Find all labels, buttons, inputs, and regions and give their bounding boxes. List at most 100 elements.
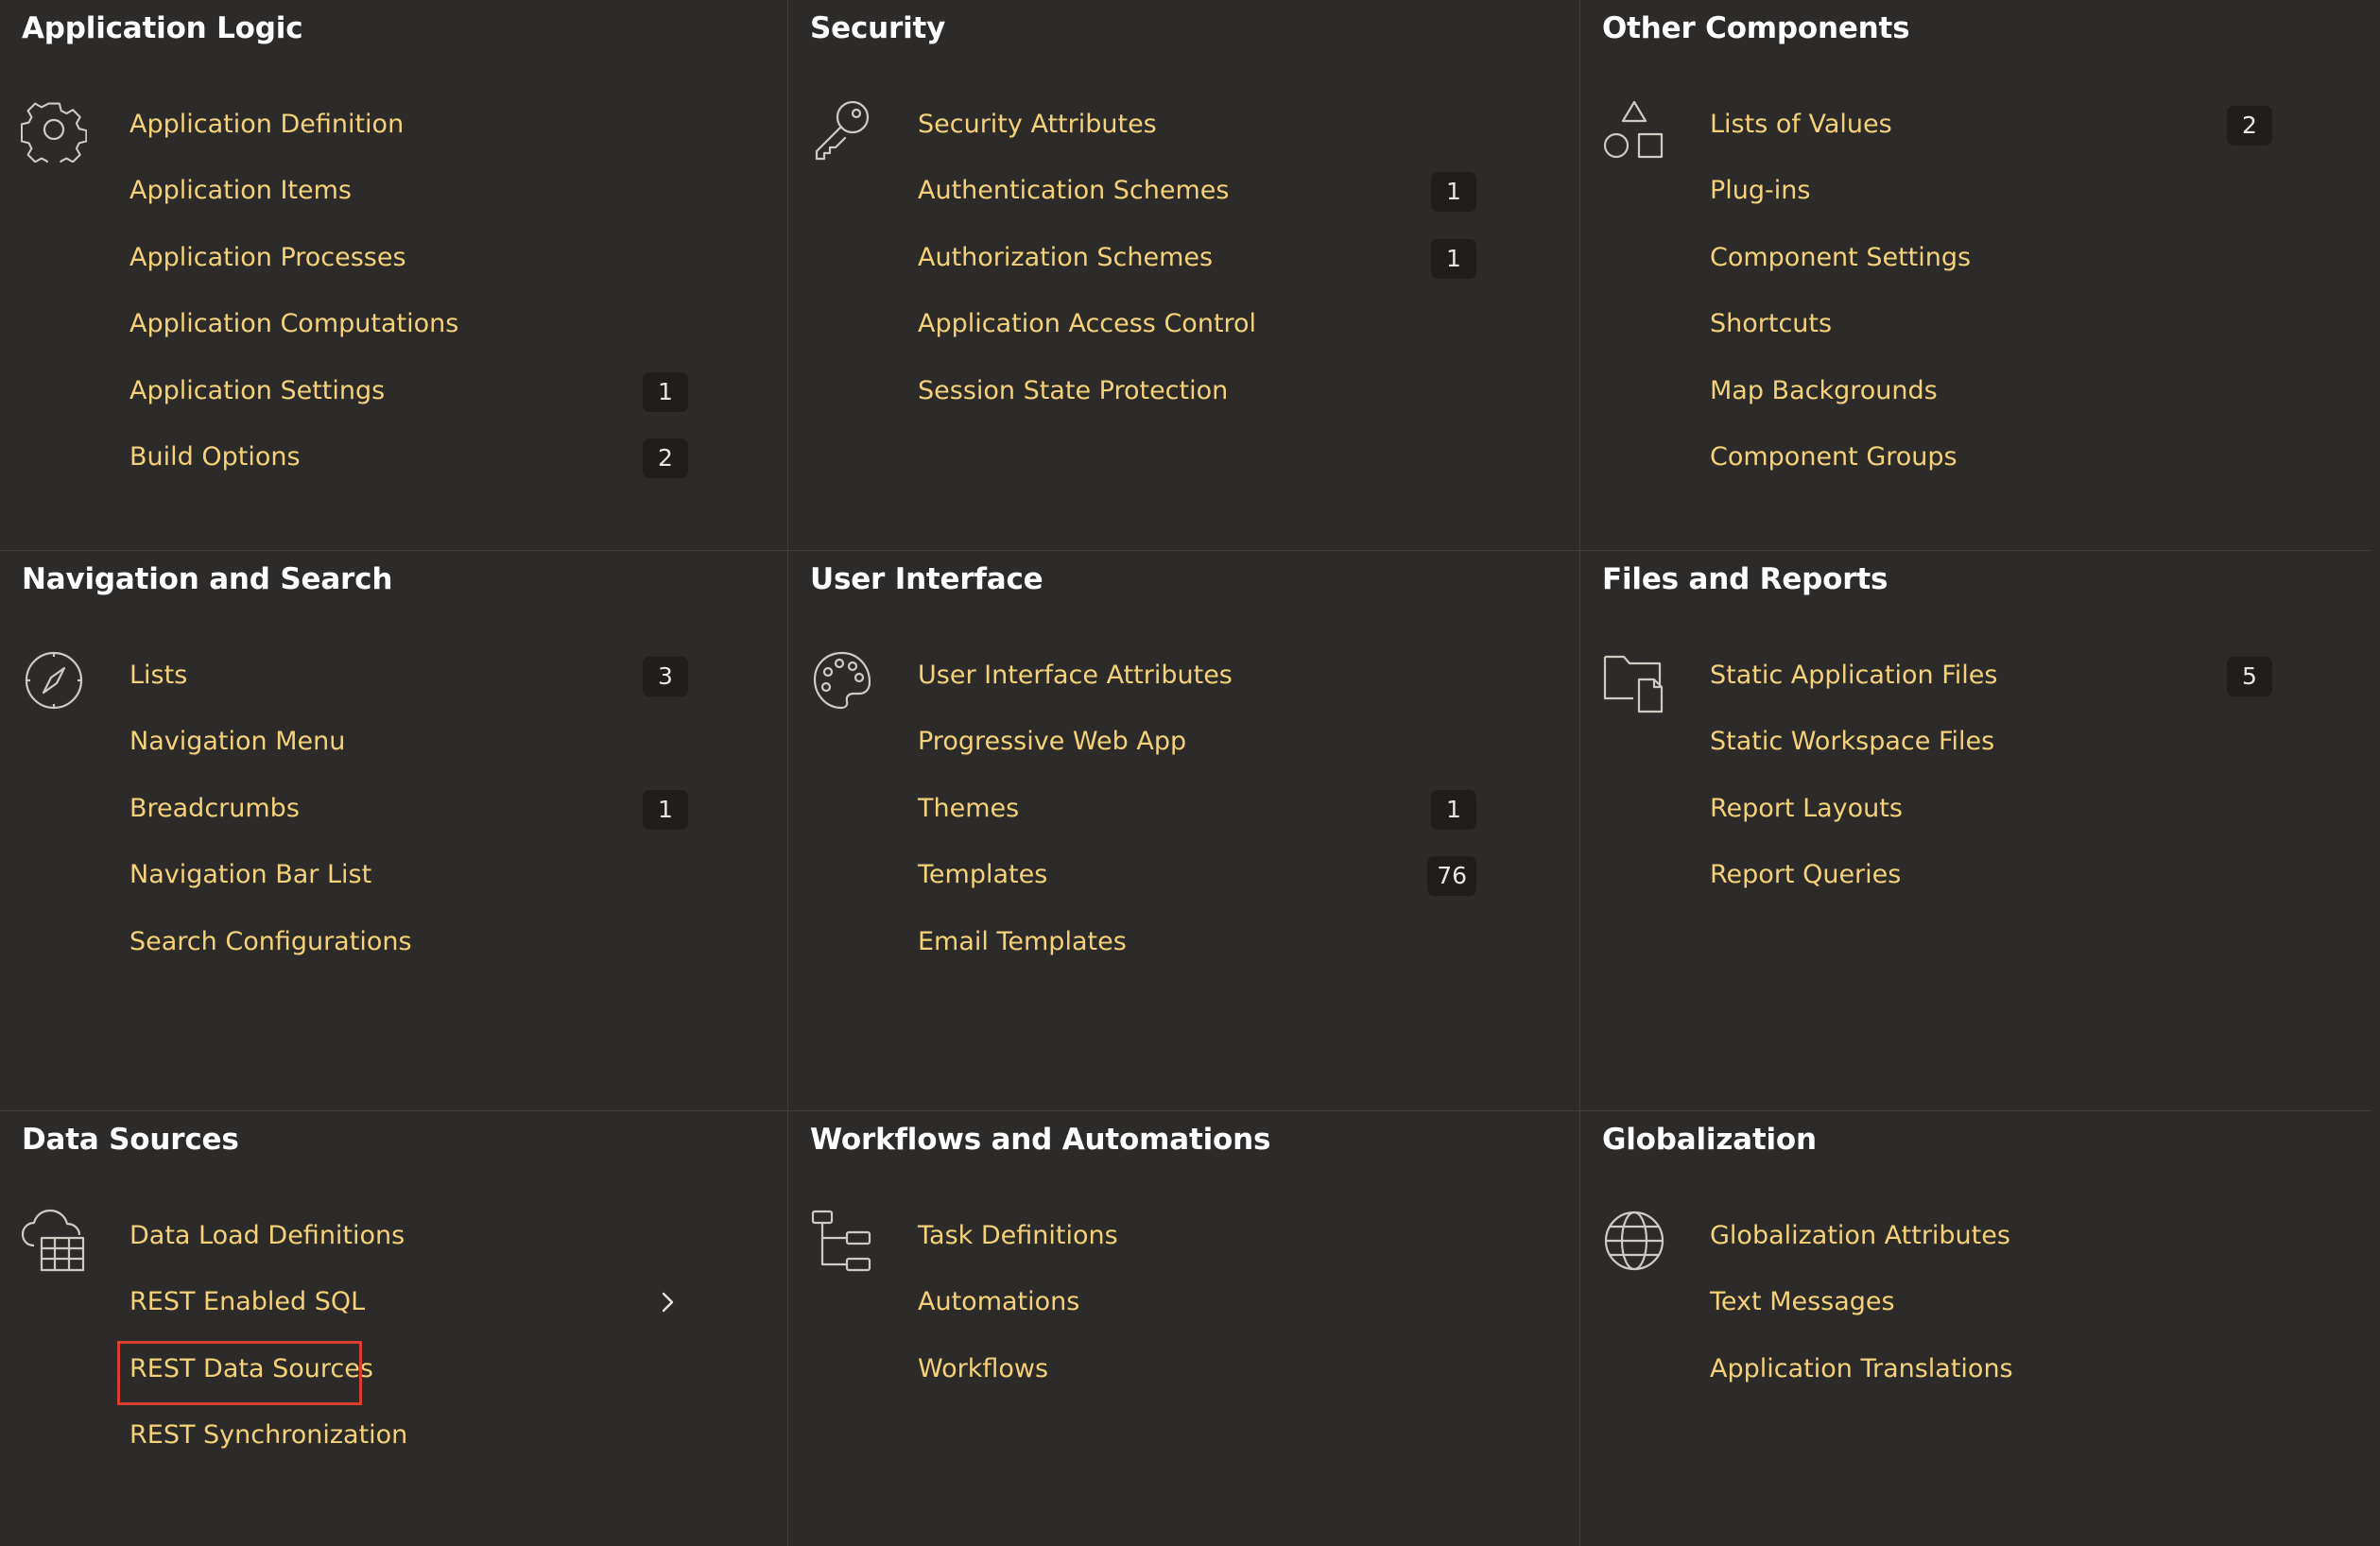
list-item-application-access-control: Application Access Control (918, 305, 1579, 371)
compass-icon (21, 647, 87, 713)
link-templates[interactable]: Templates (918, 856, 1047, 894)
panel-user-interface: User Interface User Interface Attributes… (788, 551, 1579, 1110)
link-authentication-schemes[interactable]: Authentication Schemes (918, 172, 1229, 210)
link-list: Globalization Attributes Text Messages App… (1710, 1217, 2371, 1417)
count-badge: 1 (643, 789, 688, 830)
link-report-queries[interactable]: Report Queries (1710, 856, 1901, 894)
list-item-navigation-bar-list: Navigation Bar List (129, 856, 787, 922)
panel-globalization: Globalization Globalization Attributes Te… (1580, 1111, 2371, 1546)
list-item-navigation-menu: Navigation Menu (129, 723, 787, 789)
link-automations[interactable]: Automations (918, 1283, 1079, 1321)
link-rest-enabled-sql[interactable]: REST Enabled SQL (129, 1283, 365, 1321)
list-item-progressive-web-app: Progressive Web App (918, 723, 1579, 789)
panel-files-and-reports: Files and Reports Static Application Fil… (1580, 551, 2371, 1110)
list-item-application-items: Application Items (129, 172, 787, 238)
count-badge: 1 (1431, 789, 1476, 830)
panel-title: User Interface (810, 562, 1043, 596)
link-workflows[interactable]: Workflows (918, 1350, 1048, 1388)
link-map-backgrounds[interactable]: Map Backgrounds (1710, 372, 1938, 410)
panel-other-components: Other Components Lists of Values 2 Plug-in… (1580, 0, 2371, 550)
link-application-translations[interactable]: Application Translations (1710, 1350, 2013, 1388)
link-application-access-control[interactable]: Application Access Control (918, 305, 1256, 343)
link-application-items[interactable]: Application Items (129, 172, 352, 210)
link-session-state-protection[interactable]: Session State Protection (918, 372, 1228, 410)
link-security-attributes[interactable]: Security Attributes (918, 106, 1157, 144)
list-item-breadcrumbs: Breadcrumbs 1 (129, 789, 787, 856)
link-list: Application Definition Application Items A… (129, 106, 787, 505)
list-item-user-interface-attributes: User Interface Attributes (918, 657, 1579, 723)
link-themes[interactable]: Themes (918, 790, 1019, 828)
link-component-settings[interactable]: Component Settings (1710, 239, 1971, 277)
panel-title: Files and Reports (1602, 562, 1888, 596)
link-static-application-files[interactable]: Static Application Files (1710, 657, 1997, 695)
link-text-messages[interactable]: Text Messages (1710, 1283, 1895, 1321)
link-build-options[interactable]: Build Options (129, 438, 301, 476)
link-search-configurations[interactable]: Search Configurations (129, 923, 412, 961)
list-item-email-templates: Email Templates (918, 923, 1579, 989)
panel-title: Security (810, 11, 946, 45)
workflow-tree-icon (809, 1208, 875, 1274)
list-item-shortcuts: Shortcuts (1710, 305, 2371, 371)
link-list: Data Load Definitions REST Enabled SQL RE… (117, 1217, 787, 1484)
list-item-static-workspace-files: Static Workspace Files (1710, 723, 2371, 789)
count-badge: 76 (1427, 856, 1476, 897)
key-icon (809, 96, 875, 163)
link-breadcrumbs[interactable]: Breadcrumbs (129, 790, 300, 828)
link-user-interface-attributes[interactable]: User Interface Attributes (918, 657, 1233, 695)
panel-title: Other Components (1602, 11, 1910, 45)
list-item-themes: Themes 1 (918, 789, 1579, 856)
panel-title: Data Sources (22, 1123, 239, 1157)
list-item-lists-of-values: Lists of Values 2 (1710, 106, 2371, 172)
list-item-security-attributes: Security Attributes (918, 106, 1579, 172)
link-plug-ins[interactable]: Plug-ins (1710, 172, 1810, 210)
folder-file-icon (1601, 647, 1667, 713)
link-navigation-bar-list[interactable]: Navigation Bar List (129, 856, 371, 894)
list-item-static-application-files: Static Application Files 5 (1710, 657, 2371, 723)
list-item-map-backgrounds: Map Backgrounds (1710, 372, 2371, 438)
link-navigation-menu[interactable]: Navigation Menu (129, 723, 345, 761)
link-shortcuts[interactable]: Shortcuts (1710, 305, 1832, 343)
link-rest-data-sources[interactable]: REST Data Sources (129, 1350, 373, 1388)
link-progressive-web-app[interactable]: Progressive Web App (918, 723, 1186, 761)
link-application-processes[interactable]: Application Processes (129, 239, 406, 277)
chevron-right-icon[interactable] (654, 1289, 681, 1315)
count-badge: 1 (643, 371, 688, 412)
link-lists-of-values[interactable]: Lists of Values (1710, 106, 1892, 144)
globe-icon (1601, 1208, 1667, 1274)
link-task-definitions[interactable]: Task Definitions (918, 1217, 1118, 1255)
panel-workflows-and-automations: Workflows and Automations Task Definitio… (788, 1111, 1579, 1546)
list-item-rest-data-sources: REST Data Sources (117, 1340, 787, 1417)
count-badge: 1 (1431, 172, 1476, 213)
link-static-workspace-files[interactable]: Static Workspace Files (1710, 723, 1994, 761)
panel-navigation-and-search: Navigation and Search Lists 3 Navigation M… (0, 551, 787, 1110)
link-component-groups[interactable]: Component Groups (1710, 438, 1957, 476)
link-application-computations[interactable]: Application Computations (129, 305, 458, 343)
panel-title: Application Logic (22, 11, 303, 45)
link-report-layouts[interactable]: Report Layouts (1710, 790, 1903, 828)
list-item-authentication-schemes: Authentication Schemes 1 (918, 172, 1579, 238)
link-authorization-schemes[interactable]: Authorization Schemes (918, 239, 1213, 277)
list-item-data-load-definitions: Data Load Definitions (129, 1217, 787, 1283)
count-badge: 2 (643, 438, 688, 478)
shapes-icon (1601, 96, 1667, 163)
list-item-plug-ins: Plug-ins (1710, 172, 2371, 238)
link-list: Lists 3 Navigation Menu Breadcrumbs 1 Navigat… (129, 657, 787, 989)
list-item-application-definition: Application Definition (129, 106, 787, 172)
link-application-definition[interactable]: Application Definition (129, 106, 404, 144)
panel-title: Globalization (1602, 1123, 1817, 1157)
link-email-templates[interactable]: Email Templates (918, 923, 1127, 961)
count-badge: 2 (2227, 106, 2272, 146)
panel-application-logic: Application Logic Application Definition… (0, 0, 787, 550)
link-data-load-definitions[interactable]: Data Load Definitions (129, 1217, 405, 1255)
link-globalization-attributes[interactable]: Globalization Attributes (1710, 1217, 2010, 1255)
list-item-component-settings: Component Settings (1710, 239, 2371, 305)
list-item-automations: Automations (918, 1283, 1579, 1349)
link-list: Lists of Values 2 Plug-ins Component Settin… (1710, 106, 2371, 505)
link-lists[interactable]: Lists (129, 657, 187, 695)
list-item-lists: Lists 3 (129, 657, 787, 723)
list-item-search-configurations: Search Configurations (129, 923, 787, 989)
link-application-settings[interactable]: Application Settings (129, 372, 385, 410)
link-list: User Interface Attributes Progressive Web… (918, 657, 1579, 989)
list-item-application-settings: Application Settings 1 (129, 371, 787, 438)
link-rest-synchronization[interactable]: REST Synchronization (129, 1417, 407, 1454)
